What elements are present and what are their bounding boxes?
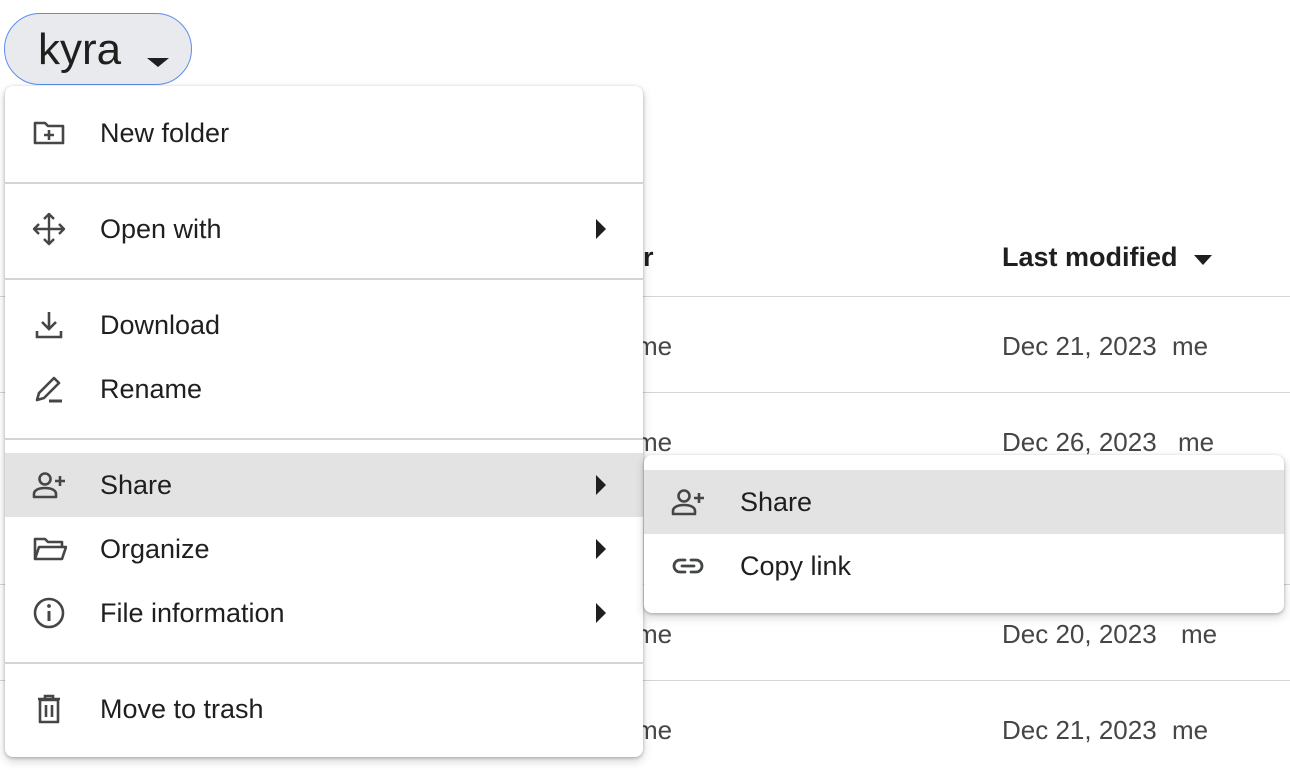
menu-item-share[interactable]: Share xyxy=(5,453,643,517)
modified-by-cell: me xyxy=(1172,331,1209,361)
menu-item-label: Open with xyxy=(100,214,222,244)
menu-item-label: Download xyxy=(100,310,221,340)
submenu-item-label: Share xyxy=(740,487,813,517)
folder-open-icon xyxy=(31,531,67,567)
context-menu: New folder Open with Download Rename Sha… xyxy=(5,86,643,757)
menu-separator xyxy=(5,662,643,664)
chevron-right-icon xyxy=(596,539,606,559)
menu-item-file-information[interactable]: File information xyxy=(5,581,643,645)
person-add-icon xyxy=(31,467,67,503)
submenu-item-label: Copy link xyxy=(740,551,852,581)
menu-item-organize[interactable]: Organize xyxy=(5,517,643,581)
download-icon xyxy=(31,307,67,343)
menu-separator xyxy=(5,438,643,440)
menu-item-label: Move to trash xyxy=(100,694,264,724)
trash-icon xyxy=(31,691,67,727)
modified-cell: Dec 21, 2023 xyxy=(1002,331,1157,361)
menu-item-label: Share xyxy=(100,470,173,500)
menu-item-label: New folder xyxy=(100,118,230,148)
submenu-item-share[interactable]: Share xyxy=(644,470,1284,534)
menu-item-download[interactable]: Download xyxy=(5,293,643,357)
chevron-right-icon xyxy=(596,219,606,239)
modified-by-cell: me xyxy=(1181,619,1218,649)
new-folder-icon xyxy=(31,115,67,151)
open-with-icon xyxy=(31,211,67,247)
folder-chip-label: kyra xyxy=(38,25,122,74)
modified-cell: Dec 21, 2023 xyxy=(1002,715,1157,745)
menu-separator xyxy=(5,182,643,184)
submenu-item-copy-link[interactable]: Copy link xyxy=(644,534,1284,598)
chevron-right-icon xyxy=(596,475,606,495)
menu-item-label: File information xyxy=(100,598,285,628)
menu-separator xyxy=(5,278,643,280)
modified-cell: Dec 26, 2023 xyxy=(1002,427,1157,457)
person-add-icon xyxy=(670,484,706,520)
link-icon xyxy=(670,548,706,584)
menu-item-label: Organize xyxy=(100,534,210,564)
info-icon xyxy=(31,595,67,631)
menu-item-label: Rename xyxy=(100,374,203,404)
menu-item-rename[interactable]: Rename xyxy=(5,357,643,421)
chevron-down-icon xyxy=(147,58,169,67)
rename-icon xyxy=(31,371,67,407)
modified-by-cell: me xyxy=(1178,427,1215,457)
column-header-last-modified[interactable]: Last modified xyxy=(1002,242,1178,273)
menu-item-move-to-trash[interactable]: Move to trash xyxy=(5,677,643,741)
menu-item-new-folder[interactable]: New folder xyxy=(5,101,643,165)
chevron-right-icon xyxy=(596,603,606,623)
menu-item-open-with[interactable]: Open with xyxy=(5,197,643,261)
folder-chip[interactable]: kyra xyxy=(4,13,192,85)
share-submenu: Share Copy link xyxy=(644,455,1284,613)
sort-descending-icon[interactable] xyxy=(1194,255,1212,265)
modified-by-cell: me xyxy=(1172,715,1209,745)
modified-cell: Dec 20, 2023 xyxy=(1002,619,1157,649)
